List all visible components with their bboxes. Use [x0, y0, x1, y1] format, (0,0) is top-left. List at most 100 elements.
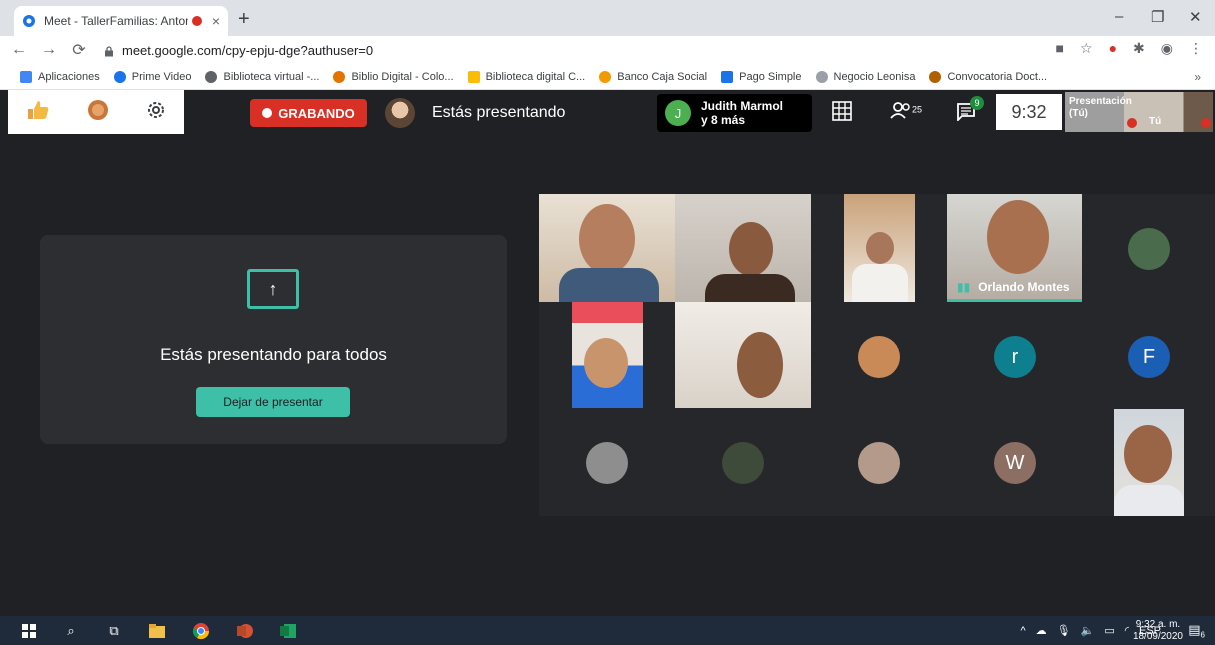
participant-initial-avatar[interactable]: W — [994, 442, 1036, 484]
new-tab-button[interactable]: + — [238, 8, 250, 31]
notification-center-icon[interactable]: ▤6 — [1188, 622, 1205, 640]
tab-close-icon[interactable]: × — [212, 13, 220, 29]
speaker-name: Judith Marmol — [701, 99, 784, 113]
wifi-icon[interactable]: ◜ — [1125, 624, 1129, 637]
pago-simple-icon — [721, 70, 734, 83]
participant-initial-avatar[interactable]: F — [1128, 336, 1170, 378]
active-speaker-highlight — [947, 299, 1082, 302]
taskbar-date: 18/09/2020 — [1132, 631, 1183, 642]
speaker-others: y 8 más — [701, 113, 746, 127]
prime-video-icon — [113, 70, 126, 83]
audio-level-icon: ▮▮ — [957, 280, 971, 294]
participant-photo-avatar[interactable] — [722, 442, 764, 484]
window-minimize-button[interactable]: – — [1115, 8, 1123, 25]
self-view-tile[interactable]: Presentación (Tú) Tú — [1065, 92, 1213, 132]
participant-video-tile[interactable] — [539, 194, 675, 302]
excel-icon[interactable] — [279, 622, 297, 640]
present-screen-upload-icon: ↑ — [247, 269, 299, 309]
taskbar-time: 9:32 a. m. — [1135, 619, 1181, 630]
search-icon[interactable]: ⌕ — [62, 622, 80, 640]
biblio-digital-icon — [333, 70, 346, 83]
active-speaker-box[interactable]: J Judith Marmol y 8 más — [657, 94, 812, 132]
windows-start-icon[interactable] — [20, 622, 38, 640]
convocatoria-icon — [929, 70, 942, 83]
self-you-label: Tú — [1149, 116, 1162, 127]
window-restore-button[interactable]: ❐ — [1151, 8, 1164, 26]
settings-gear-icon[interactable] — [146, 100, 166, 125]
bookmark-item[interactable]: Prime Video — [113, 70, 191, 83]
bookmarks-overflow-button[interactable]: » — [1194, 70, 1201, 84]
meet-top-bar: GRABANDO Estás presentando J Judith Marm… — [0, 90, 1215, 134]
participant-photo-avatar[interactable] — [858, 442, 900, 484]
recording-indicator-icon — [191, 16, 202, 26]
profile-avatar-icon[interactable]: ◉ — [1161, 40, 1173, 57]
battery-icon[interactable]: ▭ — [1104, 624, 1114, 637]
tray-expand-icon[interactable]: ^ — [1020, 625, 1025, 637]
bookmark-item[interactable]: Biblioteca virtual -... — [205, 70, 319, 83]
recording-label: GRABANDO — [278, 105, 355, 121]
file-explorer-icon[interactable] — [148, 622, 166, 640]
back-arrow-icon[interactable]: ← — [8, 41, 30, 59]
participant-initial-avatar[interactable]: r — [994, 336, 1036, 378]
task-view-icon[interactable]: ⧉ — [105, 622, 123, 640]
self-tile-sublabel: (Tú) — [1069, 108, 1088, 119]
mic-muted-icon — [1127, 118, 1137, 128]
participant-video-tile[interactable] — [1114, 409, 1184, 516]
participant-video-tile[interactable] — [844, 194, 915, 302]
banco-caja-social-icon — [599, 70, 612, 83]
bookmark-star-icon[interactable]: ☆ — [1080, 40, 1093, 57]
extensions-puzzle-icon[interactable]: ✱ — [1133, 40, 1145, 57]
recording-button[interactable]: GRABANDO — [250, 99, 367, 127]
browser-toolbar: ← → ⟳ meet.google.com/cpy-epju-dge?authu… — [0, 36, 1215, 64]
extension-icon[interactable]: ● — [1109, 40, 1117, 57]
powerpoint-icon[interactable] — [236, 622, 254, 640]
tab-title: Meet - TallerFamilias: Antonio — [44, 14, 188, 28]
bookmark-item[interactable]: Banco Caja Social — [599, 70, 707, 83]
participant-video-tile[interactable] — [675, 302, 811, 408]
stop-presenting-button[interactable]: Dejar de presentar — [196, 387, 350, 417]
bookmark-item[interactable]: Pago Simple — [721, 70, 802, 83]
bookmark-item[interactable]: Biblio Digital - Colo... — [333, 70, 454, 83]
record-dot-icon — [262, 108, 273, 118]
browser-tab-strip: Meet - TallerFamilias: Antonio × + – ❐ ✕ — [0, 0, 1215, 36]
taskbar-clock[interactable]: 9:32 a. m. 18/09/2020 — [1133, 619, 1183, 643]
participant-photo-avatar[interactable] — [858, 336, 900, 378]
meeting-clock: 9:32 — [996, 94, 1062, 130]
participants-grid: ▮▮ Orlando Montes r F W — [539, 194, 1215, 516]
browser-tab-meet[interactable]: Meet - TallerFamilias: Antonio × — [14, 6, 228, 36]
layout-grid-icon[interactable] — [832, 101, 852, 126]
chrome-icon[interactable] — [192, 622, 210, 640]
microphone-icon[interactable]: 🎙 — [1057, 624, 1071, 637]
participant-photo-avatar[interactable] — [1128, 228, 1170, 270]
reload-icon[interactable]: ⟳ — [68, 40, 90, 60]
bookmark-item[interactable]: Convocatoria Doct... — [929, 70, 1047, 83]
participant-name: Orlando Montes — [978, 280, 1070, 294]
bookmark-item[interactable]: Negocio Leonisa — [815, 70, 915, 83]
bookmark-item[interactable]: Aplicaciones — [20, 70, 100, 83]
menu-kebab-icon[interactable]: ⋮ — [1189, 40, 1203, 57]
window-close-button[interactable]: ✕ — [1189, 8, 1202, 26]
participants-icon[interactable]: 25 — [890, 101, 922, 124]
speaker-volume-icon[interactable]: 🔈 — [1081, 624, 1095, 637]
chat-unread-badge: 9 — [970, 96, 984, 110]
url-text: meet.google.com/cpy-epju-dge?authuser=0 — [122, 42, 374, 58]
emoji-person-icon[interactable] — [86, 98, 110, 127]
forward-arrow-icon[interactable]: → — [38, 41, 60, 59]
presentation-card: ↑ Estás presentando para todos Dejar de … — [40, 235, 507, 444]
presenter-avatar — [385, 98, 415, 128]
participant-video-tile[interactable] — [572, 302, 643, 408]
participants-count: 25 — [912, 104, 923, 115]
participant-video-tile-orlando[interactable]: ▮▮ Orlando Montes — [947, 194, 1082, 302]
address-bar[interactable]: meet.google.com/cpy-epju-dge?authuser=0 — [104, 38, 1064, 62]
biblioteca-digital-icon — [467, 70, 480, 83]
camera-icon[interactable]: ■ — [1056, 40, 1064, 57]
onedrive-cloud-icon[interactable]: ☁ — [1036, 624, 1047, 637]
mic-muted-icon — [1201, 118, 1211, 128]
presenting-status-text: Estás presentando — [432, 104, 566, 121]
bookmark-item[interactable]: Biblioteca digital C... — [467, 70, 585, 83]
participant-video-tile[interactable] — [675, 194, 811, 302]
meet-main-area: ↑ Estás presentando para todos Dejar de … — [0, 134, 1215, 616]
participant-photo-avatar[interactable] — [586, 442, 628, 484]
reaction-toolbar — [8, 90, 184, 134]
thumbs-up-icon[interactable] — [26, 99, 50, 126]
